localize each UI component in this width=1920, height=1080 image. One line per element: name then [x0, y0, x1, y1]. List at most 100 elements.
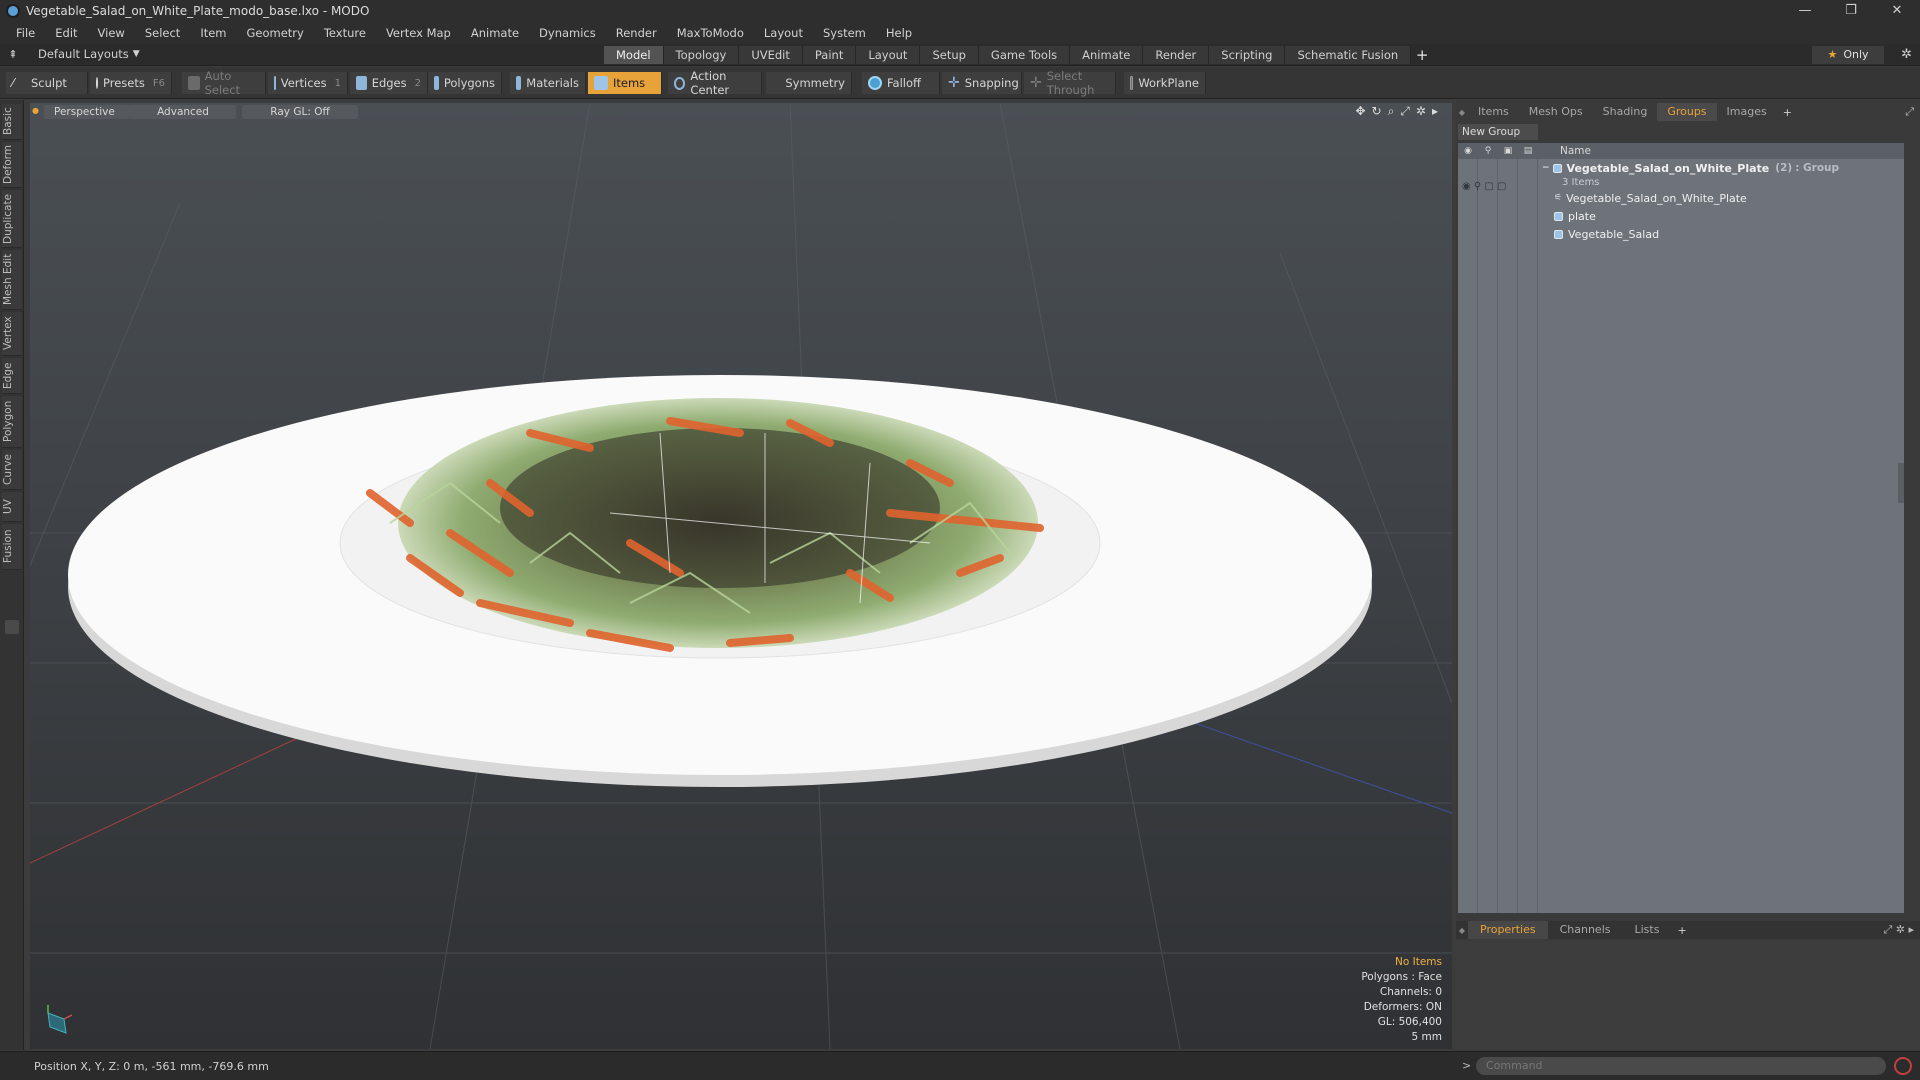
zoom-icon[interactable]: ⌕	[1388, 104, 1395, 119]
polygons-label: Polygons	[443, 76, 495, 90]
edges-button[interactable]: Edges 2	[350, 72, 428, 94]
record-macro-icon[interactable]	[1894, 1057, 1912, 1075]
vtab-edge[interactable]: Edge	[2, 358, 22, 394]
symmetry-button[interactable]: Symmetry	[766, 72, 852, 94]
tree-row-item[interactable]: Vegetable_Salad	[1554, 225, 1659, 243]
action-center-button[interactable]: Action Center	[668, 69, 762, 97]
vtab-vertex[interactable]: Vertex	[2, 312, 22, 356]
menu-select[interactable]: Select	[135, 26, 190, 40]
workplane-button[interactable]: WorkPlane	[1124, 72, 1206, 94]
menu-system[interactable]: System	[813, 26, 876, 40]
eye-column-icon[interactable]: ◉	[1458, 146, 1478, 156]
add-tab-icon[interactable]: +	[1777, 106, 1798, 119]
vtab-fusion[interactable]: Fusion	[2, 524, 22, 570]
tab-groups[interactable]: Groups	[1657, 103, 1717, 121]
items-button[interactable]: Items	[588, 72, 662, 94]
panel-menu-icon[interactable]: ◆	[1456, 108, 1468, 117]
viewport-settings-icon[interactable]: ✲	[1416, 104, 1426, 119]
panel-toggle-button[interactable]	[5, 620, 19, 634]
tree-row-item[interactable]: plate	[1554, 207, 1596, 225]
restore-button[interactable]: ❐	[1828, 0, 1874, 22]
menu-edit[interactable]: Edit	[45, 26, 87, 40]
view-mode-selector[interactable]: Perspective	[44, 105, 130, 119]
presets-button[interactable]: Presets F6	[90, 72, 172, 94]
menu-dynamics[interactable]: Dynamics	[529, 26, 606, 40]
tab-images[interactable]: Images	[1717, 103, 1777, 121]
tab-shading[interactable]: Shading	[1593, 103, 1658, 121]
sculpt-button[interactable]: ⁄ Sculpt	[6, 72, 88, 94]
tab-scripting[interactable]: Scripting	[1209, 46, 1286, 64]
name-column-header[interactable]: Name	[1560, 145, 1591, 157]
fit-icon[interactable]: ⤢	[1400, 104, 1410, 119]
select-column-icon[interactable]: ▤	[1518, 146, 1538, 156]
auto-select-button[interactable]: Auto Select	[182, 69, 266, 97]
viewport-expand-icon[interactable]: ▸	[1432, 104, 1438, 119]
tab-paint[interactable]: Paint	[802, 46, 857, 64]
add-tab-icon[interactable]: +	[1411, 46, 1433, 64]
menu-view[interactable]: View	[88, 26, 135, 40]
tab-layout[interactable]: Layout	[856, 46, 921, 64]
panel-expand-icon[interactable]: ⤢	[1905, 105, 1920, 119]
vertices-button[interactable]: Vertices 1	[268, 72, 348, 94]
vtab-duplicate[interactable]: Duplicate	[2, 190, 22, 248]
snapping-button[interactable]: ✛ Snapping	[942, 72, 1022, 94]
vtab-deform[interactable]: Deform	[2, 142, 22, 188]
menu-vertex-map[interactable]: Vertex Map	[376, 26, 461, 40]
menu-help[interactable]: Help	[876, 26, 922, 40]
tree-row-item[interactable]: ⚟ Vegetable_Salad_on_White_Plate	[1554, 189, 1747, 207]
vtab-uv[interactable]: UV	[2, 492, 22, 522]
3d-viewport[interactable]: ● Perspective Advanced Ray GL: Off ✥ ↻ ⌕…	[30, 103, 1452, 1049]
close-button[interactable]: ✕	[1874, 0, 1920, 22]
layout-home-icon[interactable]: ⇞	[4, 48, 22, 61]
tab-items[interactable]: Items	[1468, 103, 1519, 121]
minimize-button[interactable]: —	[1782, 0, 1828, 22]
tab-uvedit[interactable]: UVEdit	[739, 46, 803, 64]
menu-maxtomodo[interactable]: MaxToModo	[667, 26, 754, 40]
select-through-button[interactable]: ✛ Select Through	[1024, 69, 1116, 97]
tab-game-tools[interactable]: Game Tools	[978, 46, 1071, 64]
tab-mesh-ops[interactable]: Mesh Ops	[1519, 103, 1593, 121]
menu-animate[interactable]: Animate	[461, 26, 529, 40]
materials-button[interactable]: Materials	[510, 72, 586, 94]
lock-column-icon[interactable]: ⚲	[1478, 146, 1498, 156]
menu-layout[interactable]: Layout	[754, 26, 813, 40]
only-toggle[interactable]: ★ Only	[1812, 46, 1884, 64]
command-input[interactable]	[1476, 1057, 1886, 1075]
menu-geometry[interactable]: Geometry	[237, 26, 314, 40]
tab-lists[interactable]: Lists	[1623, 921, 1672, 939]
vtab-mesh-edit[interactable]: Mesh Edit	[2, 250, 22, 310]
vtab-polygon[interactable]: Polygon	[2, 396, 22, 448]
menu-texture[interactable]: Texture	[314, 26, 376, 40]
new-group-button[interactable]: New Group	[1458, 124, 1538, 140]
tab-model[interactable]: Model	[604, 46, 664, 64]
menu-file[interactable]: File	[6, 26, 45, 40]
tab-render[interactable]: Render	[1143, 46, 1210, 64]
falloff-button[interactable]: Falloff	[862, 72, 940, 94]
polygons-button[interactable]: Polygons	[428, 72, 502, 94]
pan-icon[interactable]: ✥	[1355, 104, 1365, 119]
tab-animate[interactable]: Animate	[1070, 46, 1144, 64]
gear-icon[interactable]: ✲	[1901, 46, 1912, 64]
rotate-icon[interactable]: ↻	[1372, 104, 1382, 119]
render-column-icon[interactable]: ▣	[1498, 146, 1518, 156]
visibility-eye-icon[interactable]: ◉ ⚲ ▢ ▢	[1462, 181, 1506, 192]
panel-expand-icon[interactable]: ⤢ ✲ ▸	[1883, 923, 1920, 937]
vtab-basic[interactable]: Basic	[2, 104, 22, 140]
tab-properties[interactable]: Properties	[1468, 921, 1548, 939]
add-tab-icon[interactable]: +	[1671, 924, 1692, 937]
tree-item-label: plate	[1568, 209, 1596, 223]
menu-item[interactable]: Item	[190, 26, 236, 40]
layout-selector[interactable]: ⇞ Default Layouts ▼	[4, 47, 139, 61]
tab-topology[interactable]: Topology	[663, 46, 740, 64]
tab-setup[interactable]: Setup	[920, 46, 979, 64]
tree-scrollbar[interactable]	[1898, 463, 1904, 503]
expand-icon[interactable]: −	[1542, 163, 1550, 173]
shading-selector[interactable]: Advanced	[130, 105, 236, 119]
menu-render[interactable]: Render	[606, 26, 667, 40]
panel-menu-icon[interactable]: ◆	[1456, 926, 1468, 935]
vtab-curve[interactable]: Curve	[2, 450, 22, 490]
viewport-menu-icon[interactable]: ●	[32, 106, 39, 115]
tab-channels[interactable]: Channels	[1548, 921, 1623, 939]
raygl-toggle[interactable]: Ray GL: Off	[242, 105, 358, 119]
tab-schematic-fusion[interactable]: Schematic Fusion	[1285, 46, 1412, 64]
